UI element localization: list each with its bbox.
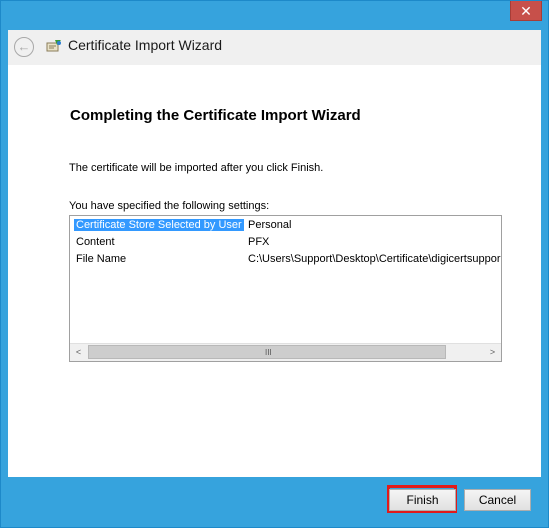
page-description: The certificate will be imported after y… — [69, 162, 324, 174]
scroll-right-icon[interactable]: > — [484, 344, 501, 361]
cancel-button[interactable]: Cancel — [464, 489, 531, 511]
wizard-header: ← Certificate Import Wizard — [8, 30, 541, 65]
window-title: Certificate Import Wizard — [68, 37, 223, 53]
page-heading: Completing the Certificate Import Wizard — [70, 107, 361, 124]
setting-key: Certificate Store Selected by User — [74, 219, 244, 231]
grip-icon: III — [265, 348, 272, 357]
scroll-thumb[interactable]: III — [88, 345, 446, 359]
settings-label: You have specified the following setting… — [69, 200, 270, 212]
finish-button[interactable]: Finish — [389, 489, 456, 511]
back-arrow-icon: ← — [17, 39, 31, 54]
settings-list[interactable]: Certificate Store Selected by User Perso… — [69, 215, 502, 362]
back-button[interactable]: ← — [14, 37, 34, 57]
setting-key: File Name — [76, 253, 127, 265]
scroll-left-icon[interactable]: < — [70, 344, 87, 361]
setting-value: PFX — [248, 236, 270, 248]
close-button[interactable]: ✕ — [510, 1, 542, 21]
wizard-content: Completing the Certificate Import Wizard… — [8, 65, 541, 477]
certificate-icon — [46, 40, 61, 52]
setting-key: Content — [76, 236, 115, 248]
setting-value: Personal — [248, 219, 292, 231]
wizard-window: ✕ ← Certificate Import Wizard Completing… — [0, 0, 549, 528]
horizontal-scrollbar[interactable]: < III > — [70, 343, 501, 361]
close-icon: ✕ — [520, 3, 532, 19]
setting-value: C:\Users\Support\Desktop\Certificate\dig… — [248, 253, 501, 265]
